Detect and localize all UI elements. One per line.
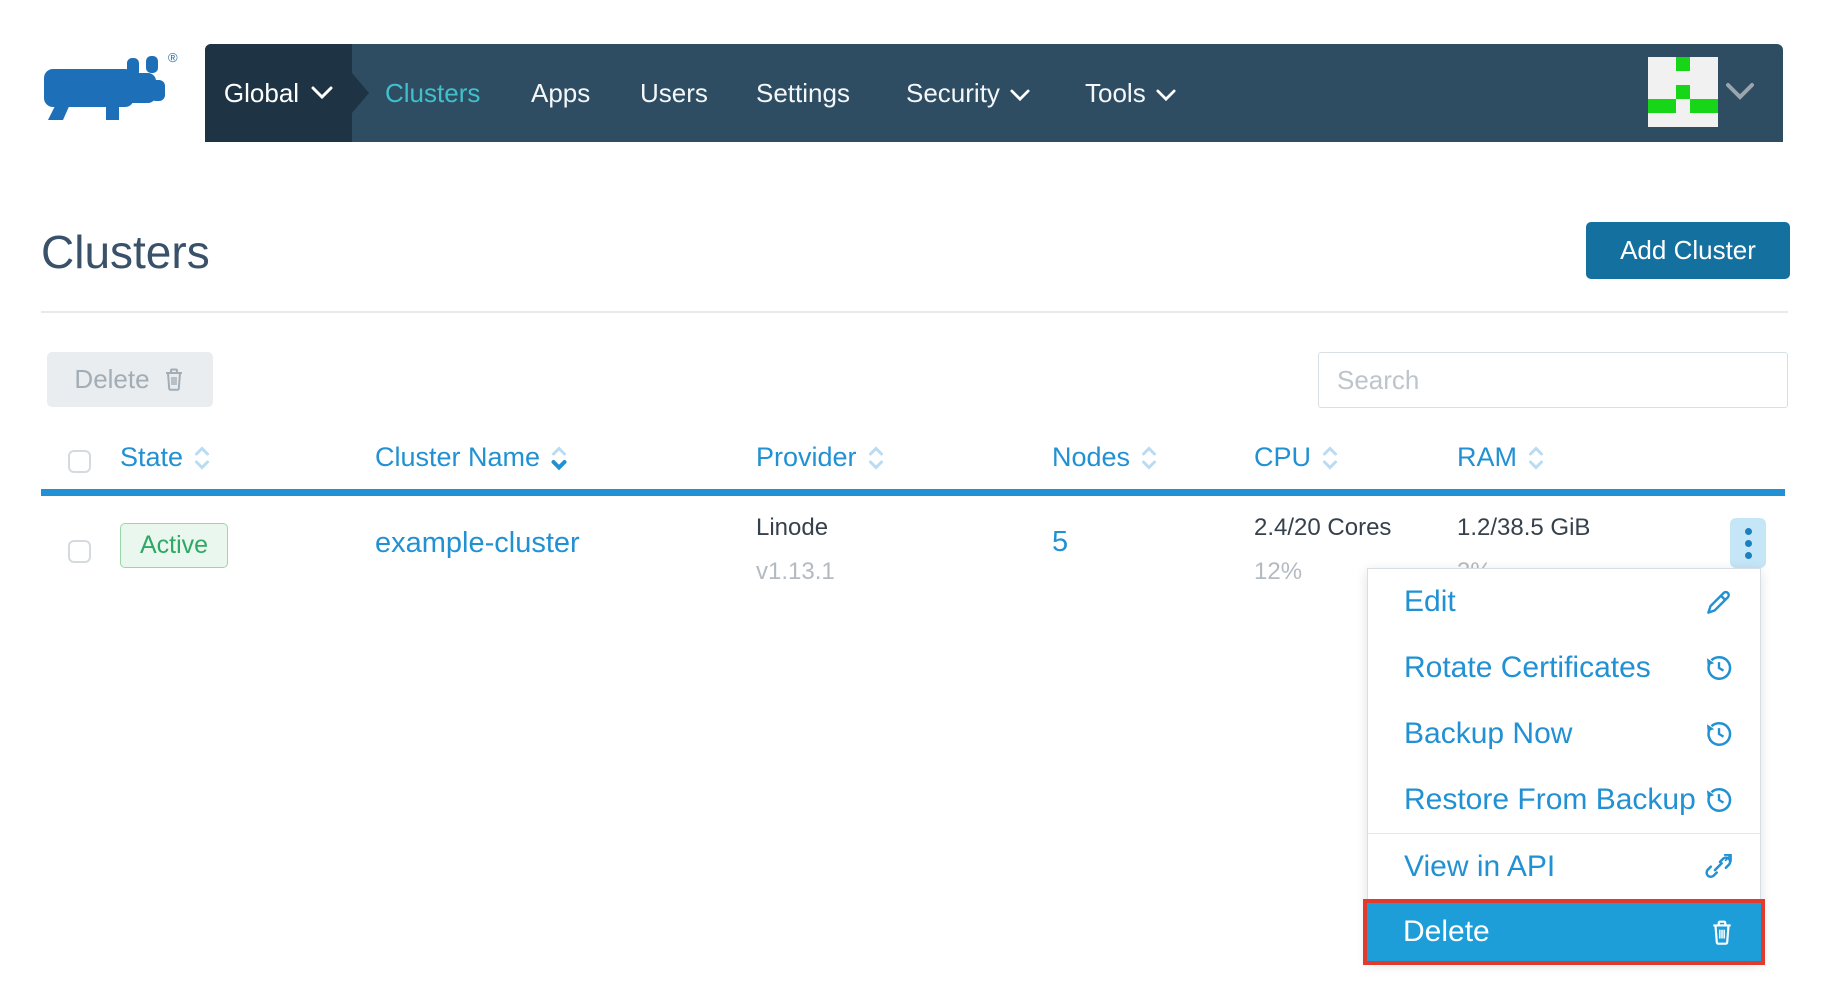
top-navbar: Global Clusters Apps Users Settings Secu… xyxy=(205,44,1783,142)
menu-item-view-in-api[interactable]: View in API xyxy=(1368,833,1760,899)
breadcrumb-arrow-icon xyxy=(352,73,369,113)
row-checkbox[interactable] xyxy=(68,540,91,563)
menu-item-restore-from-backup[interactable]: Restore From Backup xyxy=(1368,767,1760,833)
trash-icon xyxy=(162,366,186,393)
nav-global-label: Global xyxy=(224,78,299,109)
cluster-name-link[interactable]: example-cluster xyxy=(375,527,580,560)
sort-icon xyxy=(1321,443,1339,473)
nav-item-users[interactable]: Users xyxy=(640,44,708,142)
column-header-ram[interactable]: RAM xyxy=(1457,442,1545,473)
history-icon xyxy=(1704,719,1734,749)
cpu-cell: 2.4/20 Cores xyxy=(1254,514,1391,542)
chevron-down-icon xyxy=(1156,89,1176,102)
table-header-rule xyxy=(41,489,1785,496)
status-badge: Active xyxy=(120,523,228,568)
nav-item-clusters[interactable]: Clusters xyxy=(385,44,480,142)
row-actions-menu: Edit Rotate Certificates Backup Now Rest… xyxy=(1367,568,1761,961)
add-cluster-button[interactable]: Add Cluster xyxy=(1586,222,1790,279)
external-link-icon xyxy=(1702,852,1734,882)
chevron-down-icon[interactable] xyxy=(1725,82,1755,102)
menu-item-delete[interactable]: Delete xyxy=(1363,899,1765,965)
sort-icon xyxy=(550,443,568,473)
chevron-down-icon xyxy=(1010,89,1030,102)
ram-cell: 1.2/38.5 GiB xyxy=(1457,514,1590,542)
cpu-percent: 12% xyxy=(1254,558,1302,586)
clusters-page: ® Global Clusters Apps Users Settings Se… xyxy=(0,0,1822,982)
header-divider xyxy=(41,311,1788,313)
rancher-logo xyxy=(44,54,170,122)
bulk-delete-button[interactable]: Delete xyxy=(47,352,213,407)
nodes-count-link[interactable]: 5 xyxy=(1052,526,1068,559)
nav-item-security[interactable]: Security xyxy=(906,44,1030,142)
column-header-state[interactable]: State xyxy=(120,442,211,473)
trash-icon xyxy=(1709,918,1735,947)
search-input[interactable] xyxy=(1318,352,1788,408)
column-header-nodes[interactable]: Nodes xyxy=(1052,442,1158,473)
column-header-cluster-name[interactable]: Cluster Name xyxy=(375,442,568,473)
chevron-down-icon xyxy=(311,86,333,100)
nav-item-tools[interactable]: Tools xyxy=(1085,44,1176,142)
logo-trademark: ® xyxy=(168,50,178,65)
nav-item-settings[interactable]: Settings xyxy=(756,44,850,142)
page-title: Clusters xyxy=(41,225,210,279)
provider-cell: Linode xyxy=(756,514,828,542)
avatar[interactable] xyxy=(1648,57,1718,127)
sort-icon xyxy=(867,443,885,473)
sort-icon xyxy=(193,443,211,473)
history-icon xyxy=(1704,653,1734,683)
nav-global-dropdown[interactable]: Global xyxy=(205,44,352,142)
menu-item-rotate-certificates[interactable]: Rotate Certificates xyxy=(1368,635,1760,701)
provider-version: v1.13.1 xyxy=(756,558,835,586)
column-header-cpu[interactable]: CPU xyxy=(1254,442,1339,473)
menu-item-backup-now[interactable]: Backup Now xyxy=(1368,701,1760,767)
sort-icon xyxy=(1140,443,1158,473)
nav-item-apps[interactable]: Apps xyxy=(531,44,590,142)
select-all-checkbox[interactable] xyxy=(68,450,91,473)
sort-icon xyxy=(1527,443,1545,473)
row-actions-menu-button[interactable] xyxy=(1730,518,1766,568)
history-icon xyxy=(1704,785,1734,815)
pencil-icon xyxy=(1704,587,1734,617)
column-header-provider[interactable]: Provider xyxy=(756,442,885,473)
menu-item-edit[interactable]: Edit xyxy=(1368,569,1760,635)
